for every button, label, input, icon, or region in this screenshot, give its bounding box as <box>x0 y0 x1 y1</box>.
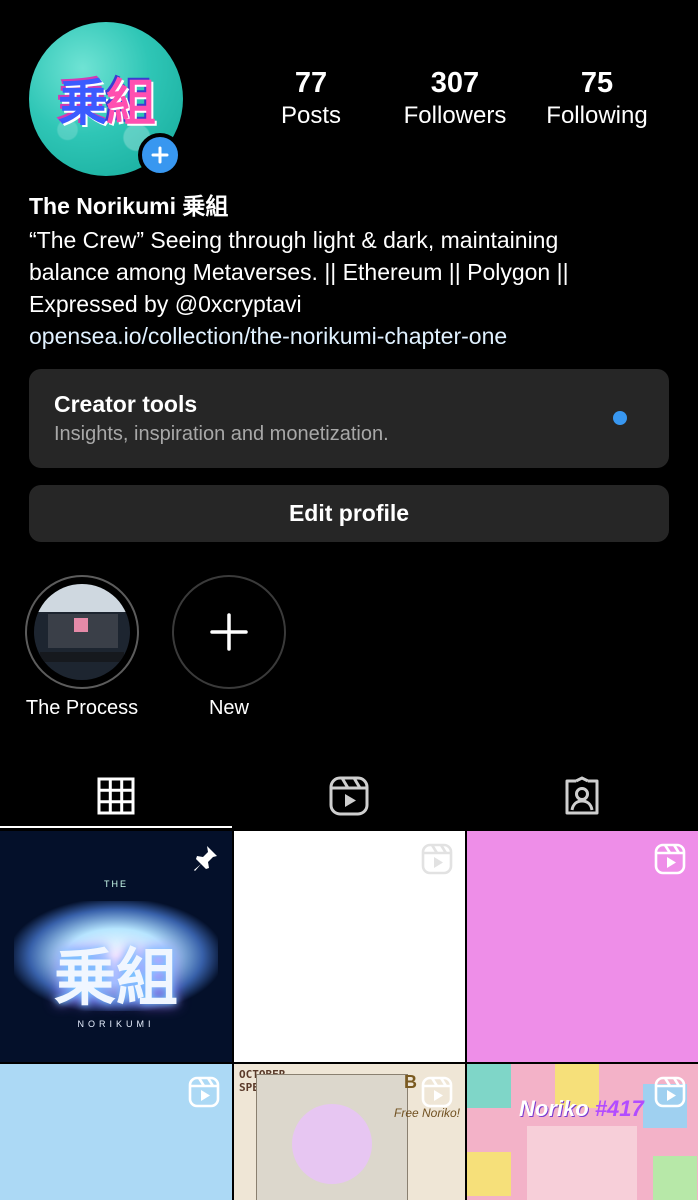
active-tab-indicator <box>0 826 232 828</box>
highlight-the-process[interactable] <box>25 575 139 689</box>
followers-count-value: 307 <box>430 67 480 99</box>
reels-icon <box>421 1076 453 1108</box>
creator-tools-title: Creator tools <box>54 391 198 417</box>
bio-line: “The Crew” Seeing through light & dark, … <box>29 227 559 253</box>
posts-count-label: Posts <box>280 102 342 129</box>
new-highlight-button[interactable] <box>172 575 286 689</box>
post-tile[interactable] <box>0 1064 232 1200</box>
post-art-bottom-text: NORIKUMI <box>77 1019 155 1029</box>
avatar-logo-char-2: 組 <box>106 74 156 132</box>
post-tile[interactable]: OCTOBER SPEC B Free Noriko! <box>234 1064 465 1200</box>
thumb-picture <box>74 618 88 632</box>
post-art-side-text: OCTOBER SPEC <box>239 1068 285 1094</box>
post-art-corner-text: B <box>404 1072 417 1092</box>
post-art-tile <box>467 1152 511 1196</box>
notification-dot <box>613 411 627 425</box>
reels-icon <box>188 1076 220 1108</box>
highlight-label: The Process <box>25 697 139 719</box>
post-art-title-number: #417 <box>594 1096 644 1121</box>
avatar-logo-char-1: 乗 <box>58 74 108 132</box>
following-count-value: 75 <box>580 67 614 99</box>
tab-posts-grid[interactable] <box>0 766 232 826</box>
profile-bio: “The Crew” Seeing through light & dark, … <box>29 224 669 320</box>
reels-icon <box>654 843 686 875</box>
post-tile-pinned[interactable]: THE 乗組 NORIKUMI <box>0 831 232 1062</box>
followers-count[interactable]: 307 Followers <box>380 66 530 132</box>
tab-reels[interactable] <box>233 766 465 826</box>
highlight-thumbnail <box>34 584 130 680</box>
bio-line: balance among Metaverses. || Ethereum ||… <box>29 259 569 285</box>
posts-count[interactable]: 77 Posts <box>236 66 386 132</box>
pin-icon <box>194 846 217 871</box>
profile-link[interactable]: opensea.io/collection/the-norikumi-chapt… <box>29 320 507 352</box>
post-art-text: 乗組 <box>53 941 178 1014</box>
post-art-character <box>527 1126 637 1200</box>
post-tile[interactable]: Noriko #417 <box>467 1064 698 1200</box>
creator-tools-subtitle: Insights, inspiration and monetization. <box>54 423 389 445</box>
plus-icon <box>210 613 248 651</box>
post-art-character <box>292 1104 372 1184</box>
edit-profile-button[interactable]: Edit profile <box>29 485 669 542</box>
bio-line: Expressed by @0xcryptavi <box>29 291 302 317</box>
highlight-label: New <box>208 697 249 719</box>
creator-tools-card[interactable]: Creator tools Insights, inspiration and … <box>29 369 669 468</box>
reels-icon <box>421 843 453 875</box>
thumb-caption-bar <box>40 652 124 662</box>
post-art-title: Noriko #417 <box>519 1096 644 1122</box>
post-art-tile <box>653 1156 697 1200</box>
tab-tagged[interactable] <box>466 766 698 826</box>
following-count-label: Following <box>546 102 648 129</box>
plus-icon <box>151 146 169 164</box>
followers-count-label: Followers <box>403 102 507 129</box>
post-art-title-name: Noriko <box>519 1096 589 1121</box>
grid-icon <box>97 777 135 815</box>
profile-name: The Norikumi 乗組 <box>29 193 229 219</box>
reels-icon <box>329 776 369 816</box>
post-art-tile <box>467 1064 511 1108</box>
post-tile[interactable] <box>234 831 465 1062</box>
tagged-icon <box>565 776 599 815</box>
thumb-header <box>34 584 130 612</box>
avatar-logo: 乗 組 <box>39 60 173 138</box>
add-story-button[interactable] <box>138 133 182 177</box>
reels-icon <box>654 1076 686 1108</box>
post-tile[interactable] <box>467 831 698 1062</box>
post-art-top-text: THE <box>104 879 128 889</box>
posts-count-value: 77 <box>294 67 328 99</box>
post-art-free-text: Free Noriko! <box>394 1106 461 1120</box>
following-count[interactable]: 75 Following <box>522 66 672 132</box>
